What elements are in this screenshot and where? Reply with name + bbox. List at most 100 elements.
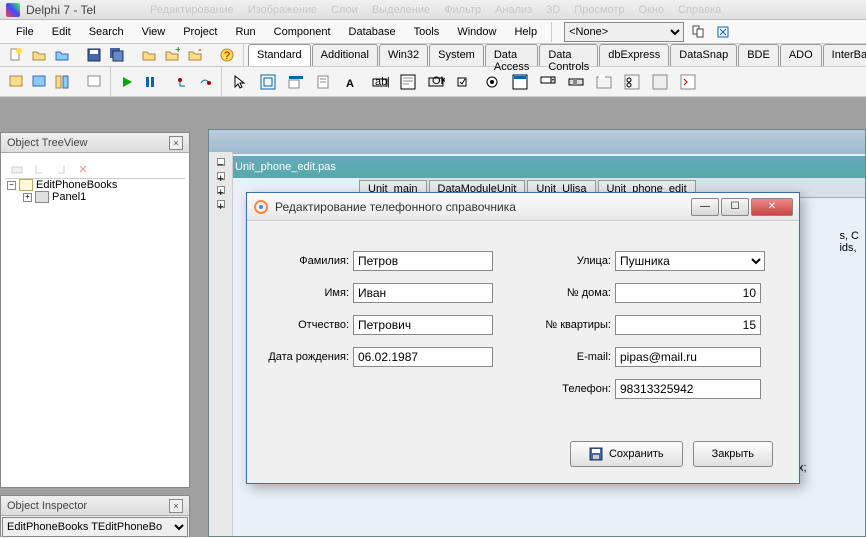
open-file-icon[interactable] bbox=[29, 45, 49, 65]
edit-icon[interactable]: ab| bbox=[368, 70, 392, 94]
view-unit-icon[interactable] bbox=[714, 23, 732, 41]
phone-input[interactable] bbox=[615, 379, 761, 399]
radiobutton-icon[interactable] bbox=[480, 70, 504, 94]
save-button[interactable]: Сохранить bbox=[570, 441, 683, 467]
radiogroup-icon[interactable] bbox=[620, 70, 644, 94]
svg-text:+: + bbox=[175, 47, 180, 56]
groupbox-icon[interactable] bbox=[592, 70, 616, 94]
open-project-icon[interactable] bbox=[52, 45, 72, 65]
pause-icon[interactable] bbox=[140, 72, 160, 92]
expand-icon[interactable]: + bbox=[23, 193, 32, 202]
inspector-combo[interactable]: EditPhoneBooks TEditPhoneBo bbox=[2, 517, 188, 537]
actionlist-icon[interactable] bbox=[676, 70, 700, 94]
tree-root-node[interactable]: − EditPhoneBooks bbox=[5, 179, 185, 191]
tree-tool-3-icon[interactable] bbox=[51, 159, 71, 179]
label-icon[interactable]: A bbox=[340, 70, 364, 94]
tree-tool-4-icon[interactable] bbox=[73, 159, 93, 179]
save-icon[interactable] bbox=[84, 45, 104, 65]
tree-tool-1-icon[interactable] bbox=[7, 159, 27, 179]
tab-system[interactable]: System bbox=[429, 44, 484, 66]
tab-interbase[interactable]: InterBase bbox=[823, 44, 866, 66]
remove-file-icon[interactable]: - bbox=[185, 45, 205, 65]
code-editor-title: Unit_phone_edit.pas bbox=[209, 156, 865, 178]
surname-input[interactable] bbox=[353, 251, 493, 271]
view-unit2-icon[interactable] bbox=[29, 72, 49, 92]
flat-input[interactable] bbox=[615, 315, 761, 335]
checkbox-icon[interactable] bbox=[452, 70, 476, 94]
tab-datasnap[interactable]: DataSnap bbox=[670, 44, 737, 66]
combobox-icon[interactable] bbox=[536, 70, 560, 94]
tab-win32[interactable]: Win32 bbox=[379, 44, 428, 66]
fold-icon[interactable]: − bbox=[217, 158, 225, 166]
treeview[interactable]: − EditPhoneBooks + Panel1 bbox=[5, 179, 185, 203]
treeview-close-icon[interactable]: × bbox=[169, 136, 183, 150]
add-file-icon[interactable]: + bbox=[162, 45, 182, 65]
menu-search[interactable]: Search bbox=[81, 23, 132, 41]
dialog-titlebar[interactable]: Редактирование телефонного справочника —… bbox=[247, 193, 799, 221]
window-close-button[interactable]: ✕ bbox=[751, 198, 793, 216]
dialog-icon bbox=[253, 199, 269, 215]
save-icon bbox=[589, 447, 603, 461]
maximize-button[interactable]: ☐ bbox=[721, 198, 749, 216]
help-icon[interactable]: ? bbox=[217, 45, 237, 65]
house-input[interactable] bbox=[615, 283, 761, 303]
close-button-label: Закрыть bbox=[712, 448, 754, 460]
open-folder-icon[interactable] bbox=[139, 45, 159, 65]
step-over-icon[interactable] bbox=[195, 72, 215, 92]
tree-tool-2-icon[interactable] bbox=[29, 159, 49, 179]
menu-window[interactable]: Window bbox=[449, 23, 504, 41]
tab-dataaccess[interactable]: Data Access bbox=[485, 44, 538, 66]
tab-ado[interactable]: ADO bbox=[780, 44, 822, 66]
component-palette: A ab| OK bbox=[222, 67, 706, 96]
close-button[interactable]: Закрыть bbox=[693, 441, 773, 467]
street-label: Улица: bbox=[537, 255, 611, 267]
menu-project[interactable]: Project bbox=[175, 23, 225, 41]
email-input[interactable] bbox=[615, 347, 761, 367]
tab-bde[interactable]: BDE bbox=[738, 44, 779, 66]
menu-database[interactable]: Database bbox=[341, 23, 404, 41]
view-form-icon[interactable] bbox=[6, 72, 26, 92]
menu-help[interactable]: Help bbox=[506, 23, 545, 41]
menu-run[interactable]: Run bbox=[227, 23, 263, 41]
street-select[interactable]: Пушника bbox=[615, 251, 765, 271]
button-icon[interactable]: OK bbox=[424, 70, 448, 94]
tab-standard[interactable]: Standard bbox=[248, 44, 311, 66]
menu-tools[interactable]: Tools bbox=[406, 23, 448, 41]
run-icon[interactable] bbox=[117, 72, 137, 92]
inspector-close-icon[interactable]: × bbox=[169, 499, 183, 513]
save-all-icon[interactable] bbox=[107, 45, 127, 65]
menu-file[interactable]: File bbox=[8, 23, 42, 41]
pointer-icon[interactable] bbox=[228, 70, 252, 94]
new-form-icon[interactable] bbox=[84, 72, 104, 92]
app-title: Delphi 7 - Tel bbox=[26, 3, 96, 17]
tree-child-node[interactable]: + Panel1 bbox=[5, 191, 185, 203]
dob-input[interactable] bbox=[353, 347, 493, 367]
minimize-button[interactable]: — bbox=[691, 198, 719, 216]
expand-icon[interactable]: − bbox=[7, 181, 16, 190]
listbox-icon[interactable] bbox=[508, 70, 532, 94]
name-input[interactable] bbox=[353, 283, 493, 303]
frames-icon[interactable] bbox=[256, 70, 280, 94]
fold-icon[interactable]: + bbox=[217, 172, 225, 180]
tab-additional[interactable]: Additional bbox=[312, 44, 378, 66]
fold-icon[interactable]: + bbox=[217, 200, 225, 208]
house-label: № дома: bbox=[537, 287, 611, 299]
new-file-icon[interactable] bbox=[6, 45, 26, 65]
view-pages-icon[interactable] bbox=[690, 23, 708, 41]
toggle-icon[interactable] bbox=[52, 72, 72, 92]
tab-dbexpress[interactable]: dbExpress bbox=[599, 44, 669, 66]
menu-component[interactable]: Component bbox=[266, 23, 339, 41]
tab-datacontrols[interactable]: Data Controls bbox=[539, 44, 598, 66]
fold-icon[interactable]: + bbox=[217, 186, 225, 194]
tree-root-label: EditPhoneBooks bbox=[36, 179, 117, 191]
menu-edit[interactable]: Edit bbox=[44, 23, 79, 41]
trace-into-icon[interactable] bbox=[172, 72, 192, 92]
mainmenu-icon[interactable] bbox=[284, 70, 308, 94]
project-combo[interactable]: <None> bbox=[564, 22, 684, 42]
menu-view[interactable]: View bbox=[134, 23, 174, 41]
memo-icon[interactable] bbox=[396, 70, 420, 94]
patronymic-input[interactable] bbox=[353, 315, 493, 335]
scrollbar-icon[interactable] bbox=[564, 70, 588, 94]
panel-icon[interactable] bbox=[648, 70, 672, 94]
popupmenu-icon[interactable] bbox=[312, 70, 336, 94]
